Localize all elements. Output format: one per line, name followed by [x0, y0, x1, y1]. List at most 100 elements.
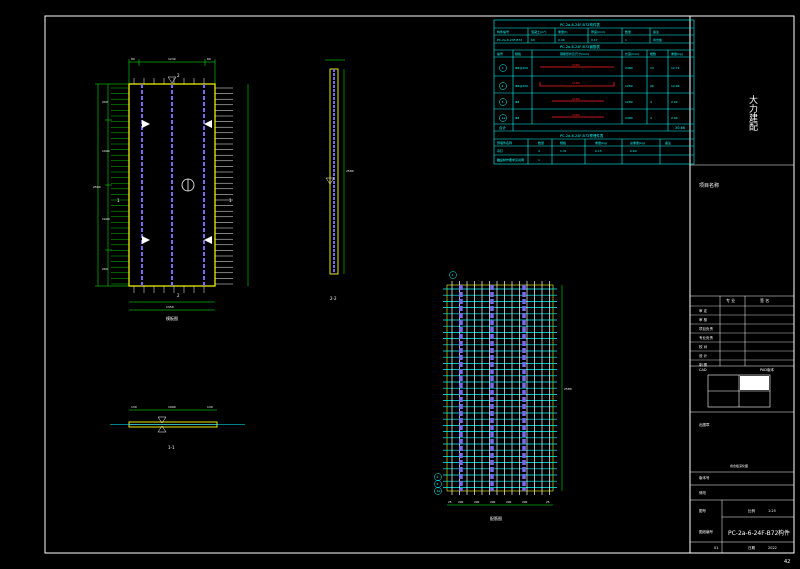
- table1-header: 重量(t): [558, 29, 568, 34]
- signature-row-label: 校 对: [699, 344, 708, 349]
- signature-rows: 审 定审 核项目负责专业负责校 对设 计制 图: [690, 305, 794, 367]
- rebar-marker-label: 1a: [502, 116, 506, 120]
- rebar-marker-label: 3: [502, 100, 504, 104]
- table2-cell: 2380: [572, 113, 580, 117]
- rebar-marker-label: 3: [437, 482, 439, 486]
- table1-header: 厚度(mm): [591, 29, 605, 34]
- table2-total-label: 合计: [499, 125, 507, 130]
- table2-cell: 13: [650, 66, 654, 70]
- stamp-fill: [740, 376, 769, 390]
- section-2-height: 2580: [346, 169, 354, 173]
- table3-cell: 4: [538, 149, 540, 153]
- table3-header: 规格: [560, 140, 566, 145]
- table2-cell: Φ8@200: [515, 84, 528, 88]
- table2-cell: 1260: [625, 84, 633, 88]
- signature-row-label: 设 计: [699, 353, 708, 358]
- plan-view: 60 1230 60 1350 2580 200 1090 1090 200 1…: [93, 57, 249, 321]
- table1-header: 构件编号: [497, 29, 509, 34]
- sheet-label: 图号: [699, 508, 707, 513]
- drawing-no-label: 图纸编号: [699, 529, 713, 534]
- stamp-label: 出图章: [699, 422, 710, 427]
- plan-top-dim-2: 1230: [168, 57, 176, 61]
- scale-label: 比例: [748, 508, 756, 513]
- table2-cell: 2380: [572, 63, 580, 67]
- section-1-dim-1: 130: [131, 405, 137, 409]
- table2-total: 30.66: [675, 126, 685, 130]
- table1-header: 数量: [625, 29, 631, 34]
- table3-header: 总重量(kg): [630, 140, 645, 145]
- drawing-note: 注：制作要求见说明: [497, 157, 524, 162]
- plan-height-dim: 2580: [93, 185, 101, 189]
- signature-row-label: 审 定: [699, 308, 708, 313]
- table3-header: 数量: [538, 140, 544, 145]
- table2-header: 长度(mm): [625, 51, 639, 56]
- table2-rebar-shapes: [539, 66, 615, 118]
- rebar-caption: 配筋图: [490, 515, 502, 521]
- company-name: 大力建配: [747, 94, 758, 132]
- table3-cell: 0.60: [630, 149, 637, 153]
- table3-header: 预埋件名称: [497, 140, 512, 145]
- table2-header: 重量(kg): [671, 51, 683, 56]
- plan-height-part-4: 200: [102, 267, 108, 271]
- section-1-dim-3: 130: [207, 405, 213, 409]
- section-1-1: 130 1090 130 1-1: [110, 405, 245, 450]
- revision-label: 修改: [699, 490, 707, 495]
- version-label: 版本号: [699, 475, 710, 480]
- rebar-marker-label: 2: [437, 475, 439, 479]
- section-1-caption: 1-1: [168, 445, 175, 450]
- rebar-bottom-dim: 200: [490, 500, 496, 504]
- page-number: 42: [784, 559, 790, 565]
- sheet-value: 01: [714, 546, 718, 550]
- table1-header: 备注: [653, 29, 659, 34]
- rebar-marker-label: 1: [502, 66, 504, 70]
- table3-cell: 1.3t: [560, 149, 567, 153]
- plan-height-part-1: 200: [102, 100, 108, 104]
- table2-cell: 12.96: [671, 84, 680, 88]
- section-1-dim-2: 1090: [168, 405, 176, 409]
- signature-row-label: 项目负责: [699, 326, 713, 331]
- table2-cell: 2480: [625, 66, 633, 70]
- table3-header: 重量(kg): [595, 140, 607, 145]
- date-value: 2022: [768, 546, 777, 550]
- cad-label: CAD: [699, 368, 707, 372]
- plan-height-part-3: 1090: [102, 217, 110, 221]
- rebar-bottom-dim: 25: [448, 500, 452, 504]
- plan-caption: 模板图: [166, 315, 178, 321]
- table2-cell: Φ8@200: [515, 66, 528, 70]
- table2-cell: 2.94: [671, 116, 678, 120]
- col-specialty: 专 业: [726, 297, 735, 303]
- table3-cell: 1: [538, 158, 540, 162]
- table2-cell: 2.02: [671, 100, 678, 104]
- plan-top-dim-3: 60: [207, 57, 211, 61]
- table2-cell: 12.74: [671, 66, 680, 70]
- cad-drawing-canvas: 42 大力建配 项目名称 专 业 签 名 审 定审 核项目负责专业负责校 对设 …: [44, 15, 795, 565]
- table1-cell: PC-2a-6-24F-B72: [497, 38, 522, 42]
- table2-cell: 3: [650, 116, 652, 120]
- table2-title: PC-2a-6-24F-B72钢筋表: [560, 44, 600, 49]
- rebar-marker-label: 1: [452, 273, 454, 277]
- rebar-bottom-dims: 25 200 200 200 200 200 25: [448, 500, 550, 504]
- table1-cell: 0.17: [591, 38, 598, 42]
- drawing-frame-outer: [44, 15, 795, 554]
- plan-height-part-2: 1090: [102, 149, 110, 153]
- table2-cell: 26: [650, 84, 654, 88]
- lifting-point-triangle-icon: [142, 120, 212, 244]
- pad-label: PAD版本: [760, 367, 774, 372]
- table2-cell: Φ8: [515, 100, 519, 104]
- project-label: 项目名称: [699, 182, 719, 189]
- table3-title: PC-2a-6-24F-B72预埋件表: [560, 133, 604, 138]
- plan-section-mark-2: 2: [177, 73, 180, 78]
- table2-header: 编号: [497, 51, 503, 56]
- table1-cell: 1: [625, 38, 627, 42]
- scale-value: 1:25: [768, 509, 776, 513]
- table2-cell: 1280: [625, 100, 633, 104]
- plan-top-dim-1: 60: [131, 57, 135, 61]
- table3-cell: 吊钉: [497, 148, 503, 153]
- table2-cell: Φ8: [515, 116, 519, 120]
- rebar-markers: 1 2 3 1a: [434, 271, 457, 495]
- table3-cell: 0.15: [595, 149, 602, 153]
- rebar-bottom-dim: 200: [522, 500, 528, 504]
- rebar-bottom-dim: 200: [458, 500, 464, 504]
- section-2-2: 2580 2-2: [325, 59, 354, 301]
- table2-header: 规格: [515, 51, 521, 56]
